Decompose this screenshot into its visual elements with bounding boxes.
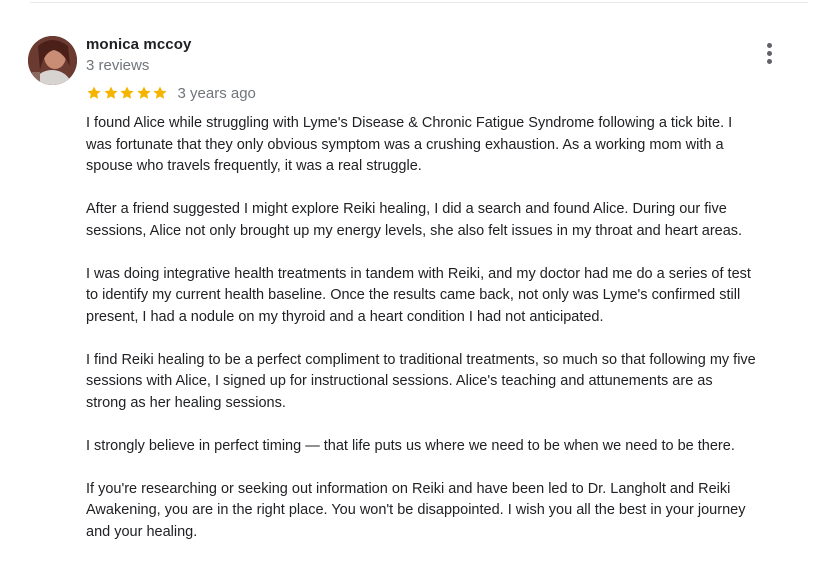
author-review-count: 3 reviews — [86, 57, 150, 74]
star-icon — [120, 86, 134, 99]
star-icon — [87, 86, 101, 99]
star-icon — [153, 86, 167, 99]
star-rating — [86, 85, 169, 101]
more-vertical-icon — [767, 43, 772, 48]
review-date: 3 years ago — [177, 84, 256, 102]
more-vertical-icon-dot — [767, 59, 772, 64]
star-icon — [136, 86, 151, 99]
review-paragraph: If you're researching or seeking out inf… — [86, 480, 746, 540]
avatar-photo — [28, 36, 77, 85]
review-text: I found Alice while struggling with Lyme… — [86, 113, 812, 565]
review-paragraph: After a friend suggested I might explore… — [86, 201, 743, 239]
rating-row: 3 years ago — [86, 83, 256, 103]
more-options-button[interactable] — [760, 40, 780, 68]
review-paragraph: I find Reiki healing to be a perfect com… — [86, 351, 756, 411]
review-paragraph: I was doing integrative health treatment… — [86, 265, 751, 325]
author-name[interactable]: monica mccoy — [86, 36, 191, 53]
more-vertical-icon-dot — [767, 51, 772, 56]
star-icon — [103, 86, 118, 99]
avatar[interactable] — [28, 36, 77, 85]
review-paragraph: I strongly believe in perfect timing — t… — [86, 437, 735, 454]
review-card: monica mccoy 3 reviews 3 years ago I fou… — [0, 0, 826, 574]
review-paragraph: I found Alice while struggling with Lyme… — [86, 115, 733, 174]
